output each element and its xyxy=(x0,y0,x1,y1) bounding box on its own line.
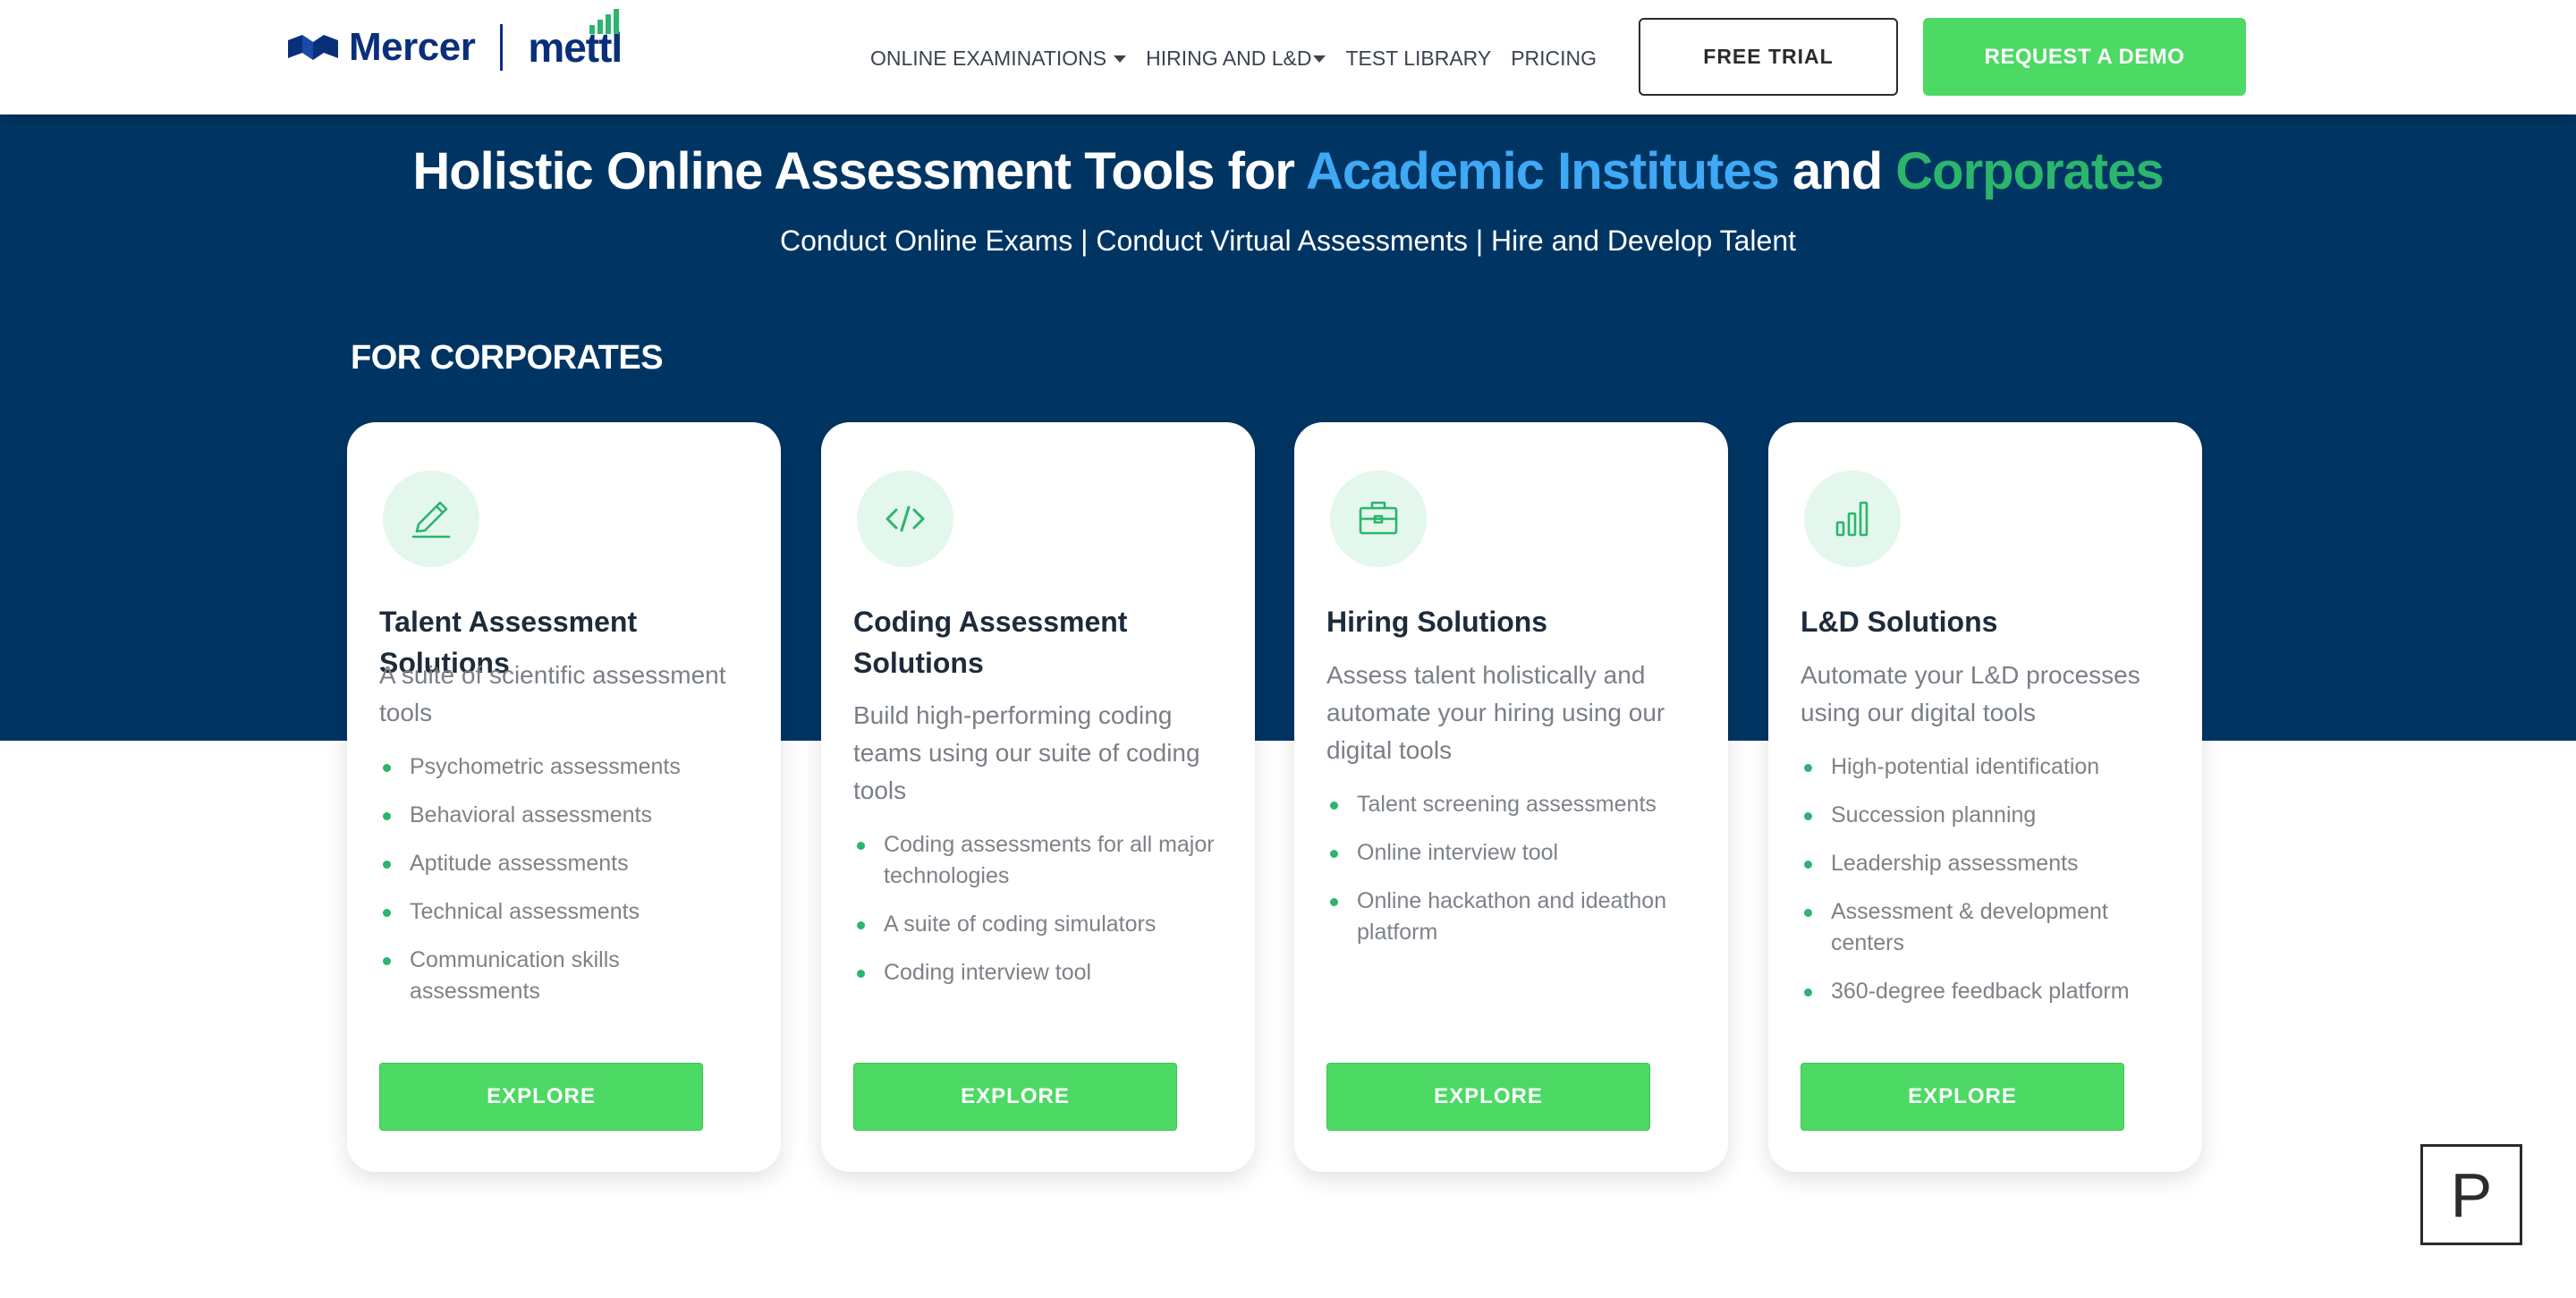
caret-down-icon xyxy=(1114,55,1127,63)
card-description: Build high-performing coding teams using… xyxy=(853,701,1200,804)
list-item: Psychometric assessments xyxy=(379,751,755,783)
hero-title-prefix: Holistic Online Assessment Tools for xyxy=(412,142,1306,200)
hero-title-and: and xyxy=(1778,142,1896,200)
request-demo-button[interactable]: REQUEST A DEMO xyxy=(1923,18,2246,96)
list-item: A suite of coding simulators xyxy=(853,909,1229,940)
card-feature-list: Coding assessments for all major technol… xyxy=(853,829,1229,1005)
list-item: High-potential identification xyxy=(1801,751,2176,783)
card-ld-solutions: L&D Solutions Automate your L&D processe… xyxy=(1768,422,2202,1172)
mercer-mettl-logo[interactable]: Mercer mettl xyxy=(286,9,623,79)
mettl-logo: mettl xyxy=(528,9,623,72)
bar-chart-icon xyxy=(1804,471,1901,567)
list-item: Coding interview tool xyxy=(853,957,1229,988)
mercer-logo-icon xyxy=(288,35,338,60)
caret-down-icon xyxy=(1313,55,1326,63)
nav-test-library[interactable]: TEST LIBRARY xyxy=(1345,47,1491,71)
site-header: Mercer mettl ONLINE EXAMINATIONS HIRING … xyxy=(0,0,2576,115)
briefcase-icon xyxy=(1330,471,1427,567)
explore-button[interactable]: EXPLORE xyxy=(1326,1063,1650,1131)
hero-title-corporates: Corporates xyxy=(1895,142,2164,200)
card-description: Assess talent holistically and automate … xyxy=(1326,661,1665,764)
explore-button[interactable]: EXPLORE xyxy=(1801,1063,2124,1131)
explore-button[interactable]: EXPLORE xyxy=(853,1063,1177,1131)
list-item: Coding assessments for all major technol… xyxy=(853,829,1229,892)
code-icon xyxy=(857,471,953,567)
card-coding-assessment: Coding Assessment Solutions Build high-p… xyxy=(821,422,1255,1172)
hero-title-academic: Academic Institutes xyxy=(1305,142,1780,200)
nav-label: HIRING AND L&D xyxy=(1146,47,1312,70)
card-feature-list: Psychometric assessments Behavioral asse… xyxy=(379,751,755,1024)
card-title: L&D Solutions xyxy=(1801,606,1998,638)
list-item: Online interview tool xyxy=(1326,837,1702,869)
card-feature-list: Talent screening assessments Online inte… xyxy=(1326,789,1702,965)
list-item: Behavioral assessments xyxy=(379,800,755,831)
card-feature-list: High-potential identification Succession… xyxy=(1801,751,2176,1024)
list-item: Succession planning xyxy=(1801,800,2176,831)
list-item: Communication skills assessments xyxy=(379,945,755,1007)
nav-label: PRICING xyxy=(1511,47,1597,70)
mercer-logo-text: Mercer xyxy=(349,25,476,69)
nav-label: ONLINE EXAMINATIONS xyxy=(870,47,1107,70)
card-title: Coding Assessment Solutions xyxy=(853,606,1128,679)
explore-button[interactable]: EXPLORE xyxy=(379,1063,703,1131)
list-item: 360-degree feedback platform xyxy=(1801,976,2176,1007)
hero-subtitle: Conduct Online Exams | Conduct Virtual A… xyxy=(779,225,1796,257)
mettl-bars-icon xyxy=(589,9,620,34)
nav-label: TEST LIBRARY xyxy=(1345,47,1492,70)
list-item: Leadership assessments xyxy=(1801,848,2176,879)
main-nav: ONLINE EXAMINATIONS HIRING AND L&D TEST … xyxy=(870,47,1616,71)
nav-hiring-and-ld[interactable]: HIRING AND L&D xyxy=(1146,47,1326,71)
card-hiring-solutions: Hiring Solutions Assess talent holistica… xyxy=(1294,422,1728,1172)
list-item: Assessment & development centers xyxy=(1801,896,2176,959)
section-label: FOR CORPORATES xyxy=(351,339,664,377)
list-item: Aptitude assessments xyxy=(379,848,755,879)
list-item: Talent screening assessments xyxy=(1326,789,1702,820)
hero-title: Holistic Online Assessment Tools for Aca… xyxy=(0,141,2576,201)
list-item: Technical assessments xyxy=(379,896,755,928)
card-talent-assessment: Talent Assessment Solutions A suite of s… xyxy=(347,422,781,1172)
card-description: A suite of scientific assessment tools xyxy=(379,661,726,726)
pencil-icon xyxy=(383,471,479,567)
list-item: Online hackathon and ideathon platform xyxy=(1326,886,1702,948)
nav-online-examinations[interactable]: ONLINE EXAMINATIONS xyxy=(870,47,1127,71)
floating-p-widget[interactable]: P xyxy=(2420,1144,2522,1245)
nav-pricing[interactable]: PRICING xyxy=(1511,47,1597,71)
card-description: Automate your L&D processes using our di… xyxy=(1801,661,2140,726)
logo-divider xyxy=(500,24,504,71)
free-trial-button[interactable]: FREE TRIAL xyxy=(1639,18,1898,96)
card-title: Hiring Solutions xyxy=(1326,606,1548,638)
